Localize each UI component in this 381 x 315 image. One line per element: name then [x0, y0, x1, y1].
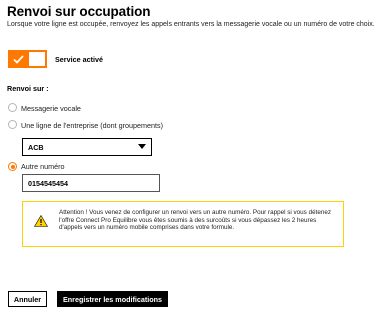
company-line-select[interactable]: ACB	[22, 138, 152, 156]
forward-section-label: Renvoi sur :	[7, 84, 49, 93]
warning-alert: Attention ! Vous venez de configurer un …	[22, 201, 344, 247]
warning-icon	[34, 215, 48, 227]
save-button[interactable]: Enregistrer les modifications	[57, 291, 168, 307]
warning-text: Attention ! Vous venez de configurer un …	[59, 209, 331, 232]
radio-other-number[interactable]	[8, 162, 17, 171]
radio-company-line-label[interactable]: Une ligne de l'entreprise (dont groupeme…	[21, 121, 163, 130]
other-number-value: 0154545454	[28, 179, 68, 188]
toggle-knob	[29, 52, 45, 66]
service-toggle[interactable]	[8, 50, 47, 68]
radio-voicemail[interactable]	[8, 103, 17, 112]
service-toggle-label: Service activé	[55, 55, 103, 64]
check-icon	[13, 55, 24, 64]
chevron-down-icon	[138, 144, 146, 149]
other-number-input[interactable]: 0154545454	[22, 174, 160, 192]
call-forwarding-page: Renvoi sur occupation Lorsque votre lign…	[0, 0, 381, 315]
radio-other-number-label[interactable]: Autre numéro	[21, 162, 65, 171]
radio-company-line[interactable]	[8, 120, 17, 129]
page-description: Lorsque votre ligne est occupée, renvoye…	[7, 21, 375, 28]
page-title: Renvoi sur occupation	[7, 4, 151, 19]
radio-voicemail-label[interactable]: Messagerie vocale	[21, 104, 81, 113]
cancel-button[interactable]: Annuler	[8, 291, 47, 307]
company-line-select-value: ACB	[28, 143, 44, 152]
